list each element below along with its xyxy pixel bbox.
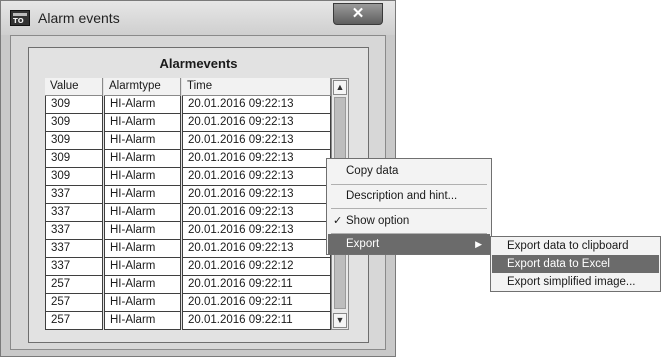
table-row[interactable]: 257 HI-Alarm 20.01.2016 09:22:11 (45, 276, 331, 294)
cell-value: 257 (45, 312, 103, 330)
cell-time: 20.01.2016 09:22:13 (182, 168, 331, 186)
cell-alarmtype: HI-Alarm (104, 222, 181, 240)
menu-item-description-hint[interactable]: Description and hint... (328, 185, 490, 207)
scroll-up-button[interactable]: ▲ (333, 80, 347, 95)
cell-alarmtype: HI-Alarm (104, 114, 181, 132)
cell-alarmtype: HI-Alarm (104, 204, 181, 222)
cell-value: 309 (45, 168, 103, 186)
scroll-down-button[interactable]: ▼ (333, 313, 347, 328)
column-header-alarmtype[interactable]: Alarmtype (104, 78, 181, 96)
submenu-item-label: Export simplified image... (507, 276, 636, 288)
column-header-value[interactable]: Value (45, 78, 103, 96)
cell-value: 337 (45, 240, 103, 258)
cell-alarmtype: HI-Alarm (104, 186, 181, 204)
cell-alarmtype: HI-Alarm (104, 168, 181, 186)
cell-alarmtype: HI-Alarm (104, 96, 181, 114)
cell-value: 337 (45, 258, 103, 276)
window-title: Alarm events (38, 10, 120, 26)
cell-value: 309 (45, 132, 103, 150)
menu-item-label: Description and hint... (346, 190, 458, 202)
cell-value: 309 (45, 150, 103, 168)
menu-item-copy-data[interactable]: Copy data (328, 160, 490, 182)
title-bar[interactable]: TO Alarm events ✕ (1, 1, 395, 35)
table-row[interactable]: 309 HI-Alarm 20.01.2016 09:22:13 (45, 150, 331, 168)
cell-alarmtype: HI-Alarm (104, 294, 181, 312)
cell-time: 20.01.2016 09:22:13 (182, 240, 331, 258)
triangle-up-icon: ▲ (335, 82, 345, 92)
cell-value: 337 (45, 186, 103, 204)
cell-alarmtype: HI-Alarm (104, 150, 181, 168)
grid-title: Alarmevents (159, 56, 238, 71)
table-header: Value Alarmtype Time (45, 78, 331, 96)
table-row[interactable]: 337 HI-Alarm 20.01.2016 09:22:13 (45, 204, 331, 222)
cell-alarmtype: HI-Alarm (104, 258, 181, 276)
cell-time: 20.01.2016 09:22:13 (182, 132, 331, 150)
cell-value: 309 (45, 96, 103, 114)
submenu-arrow-icon: ▶ (475, 239, 482, 249)
cell-value: 309 (45, 114, 103, 132)
table-row[interactable]: 309 HI-Alarm 20.01.2016 09:22:13 (45, 114, 331, 132)
column-header-time[interactable]: Time (182, 78, 331, 96)
menu-item-label: Copy data (346, 165, 399, 177)
submenu-item-export-excel[interactable]: Export data to Excel (492, 255, 659, 273)
submenu-item-label: Export data to clipboard (507, 240, 629, 252)
cell-alarmtype: HI-Alarm (104, 276, 181, 294)
cell-time: 20.01.2016 09:22:11 (182, 312, 331, 330)
table-row[interactable]: 337 HI-Alarm 20.01.2016 09:22:13 (45, 240, 331, 258)
table-row[interactable]: 337 HI-Alarm 20.01.2016 09:22:12 (45, 258, 331, 276)
table-row[interactable]: 337 HI-Alarm 20.01.2016 09:22:13 (45, 186, 331, 204)
cell-time: 20.01.2016 09:22:13 (182, 150, 331, 168)
cell-time: 20.01.2016 09:22:11 (182, 294, 331, 312)
menu-item-export[interactable]: Export ▶ (328, 234, 490, 254)
app-icon-text: TO (13, 17, 24, 25)
app-icon: TO (10, 10, 30, 26)
menu-separator (331, 208, 487, 209)
cell-alarmtype: HI-Alarm (104, 132, 181, 150)
cell-alarmtype: HI-Alarm (104, 312, 181, 330)
checkmark-icon: ✓ (333, 215, 343, 227)
table-row[interactable]: 257 HI-Alarm 20.01.2016 09:22:11 (45, 294, 331, 312)
cell-time: 20.01.2016 09:22:13 (182, 204, 331, 222)
cell-time: 20.01.2016 09:22:13 (182, 222, 331, 240)
cell-value: 337 (45, 222, 103, 240)
cell-time: 20.01.2016 09:22:13 (182, 96, 331, 114)
cell-value: 337 (45, 204, 103, 222)
cell-time: 20.01.2016 09:22:13 (182, 186, 331, 204)
triangle-down-icon: ▼ (335, 315, 345, 325)
submenu-item-export-image[interactable]: Export simplified image... (492, 273, 659, 291)
menu-item-label: Show option (346, 215, 410, 227)
context-menu: Copy data Description and hint... ✓ Show… (326, 158, 492, 255)
table-row[interactable]: 309 HI-Alarm 20.01.2016 09:22:13 (45, 96, 331, 114)
menu-item-label: Export (346, 238, 380, 250)
close-button[interactable]: ✕ (333, 3, 383, 25)
table-row[interactable]: 257 HI-Alarm 20.01.2016 09:22:11 (45, 312, 331, 330)
cell-value: 257 (45, 294, 103, 312)
export-submenu: Export data to clipboard Export data to … (490, 236, 661, 292)
cell-alarmtype: HI-Alarm (104, 240, 181, 258)
table-row[interactable]: 309 HI-Alarm 20.01.2016 09:22:13 (45, 168, 331, 186)
cell-time: 20.01.2016 09:22:13 (182, 114, 331, 132)
menu-item-show-option[interactable]: ✓ Show option (328, 210, 490, 232)
cell-time: 20.01.2016 09:22:12 (182, 258, 331, 276)
cell-time: 20.01.2016 09:22:11 (182, 276, 331, 294)
table-row[interactable]: 337 HI-Alarm 20.01.2016 09:22:13 (45, 222, 331, 240)
table-row[interactable]: 309 HI-Alarm 20.01.2016 09:22:13 (45, 132, 331, 150)
cell-value: 257 (45, 276, 103, 294)
submenu-item-label: Export data to Excel (507, 258, 610, 270)
submenu-item-export-clipboard[interactable]: Export data to clipboard (492, 237, 659, 255)
